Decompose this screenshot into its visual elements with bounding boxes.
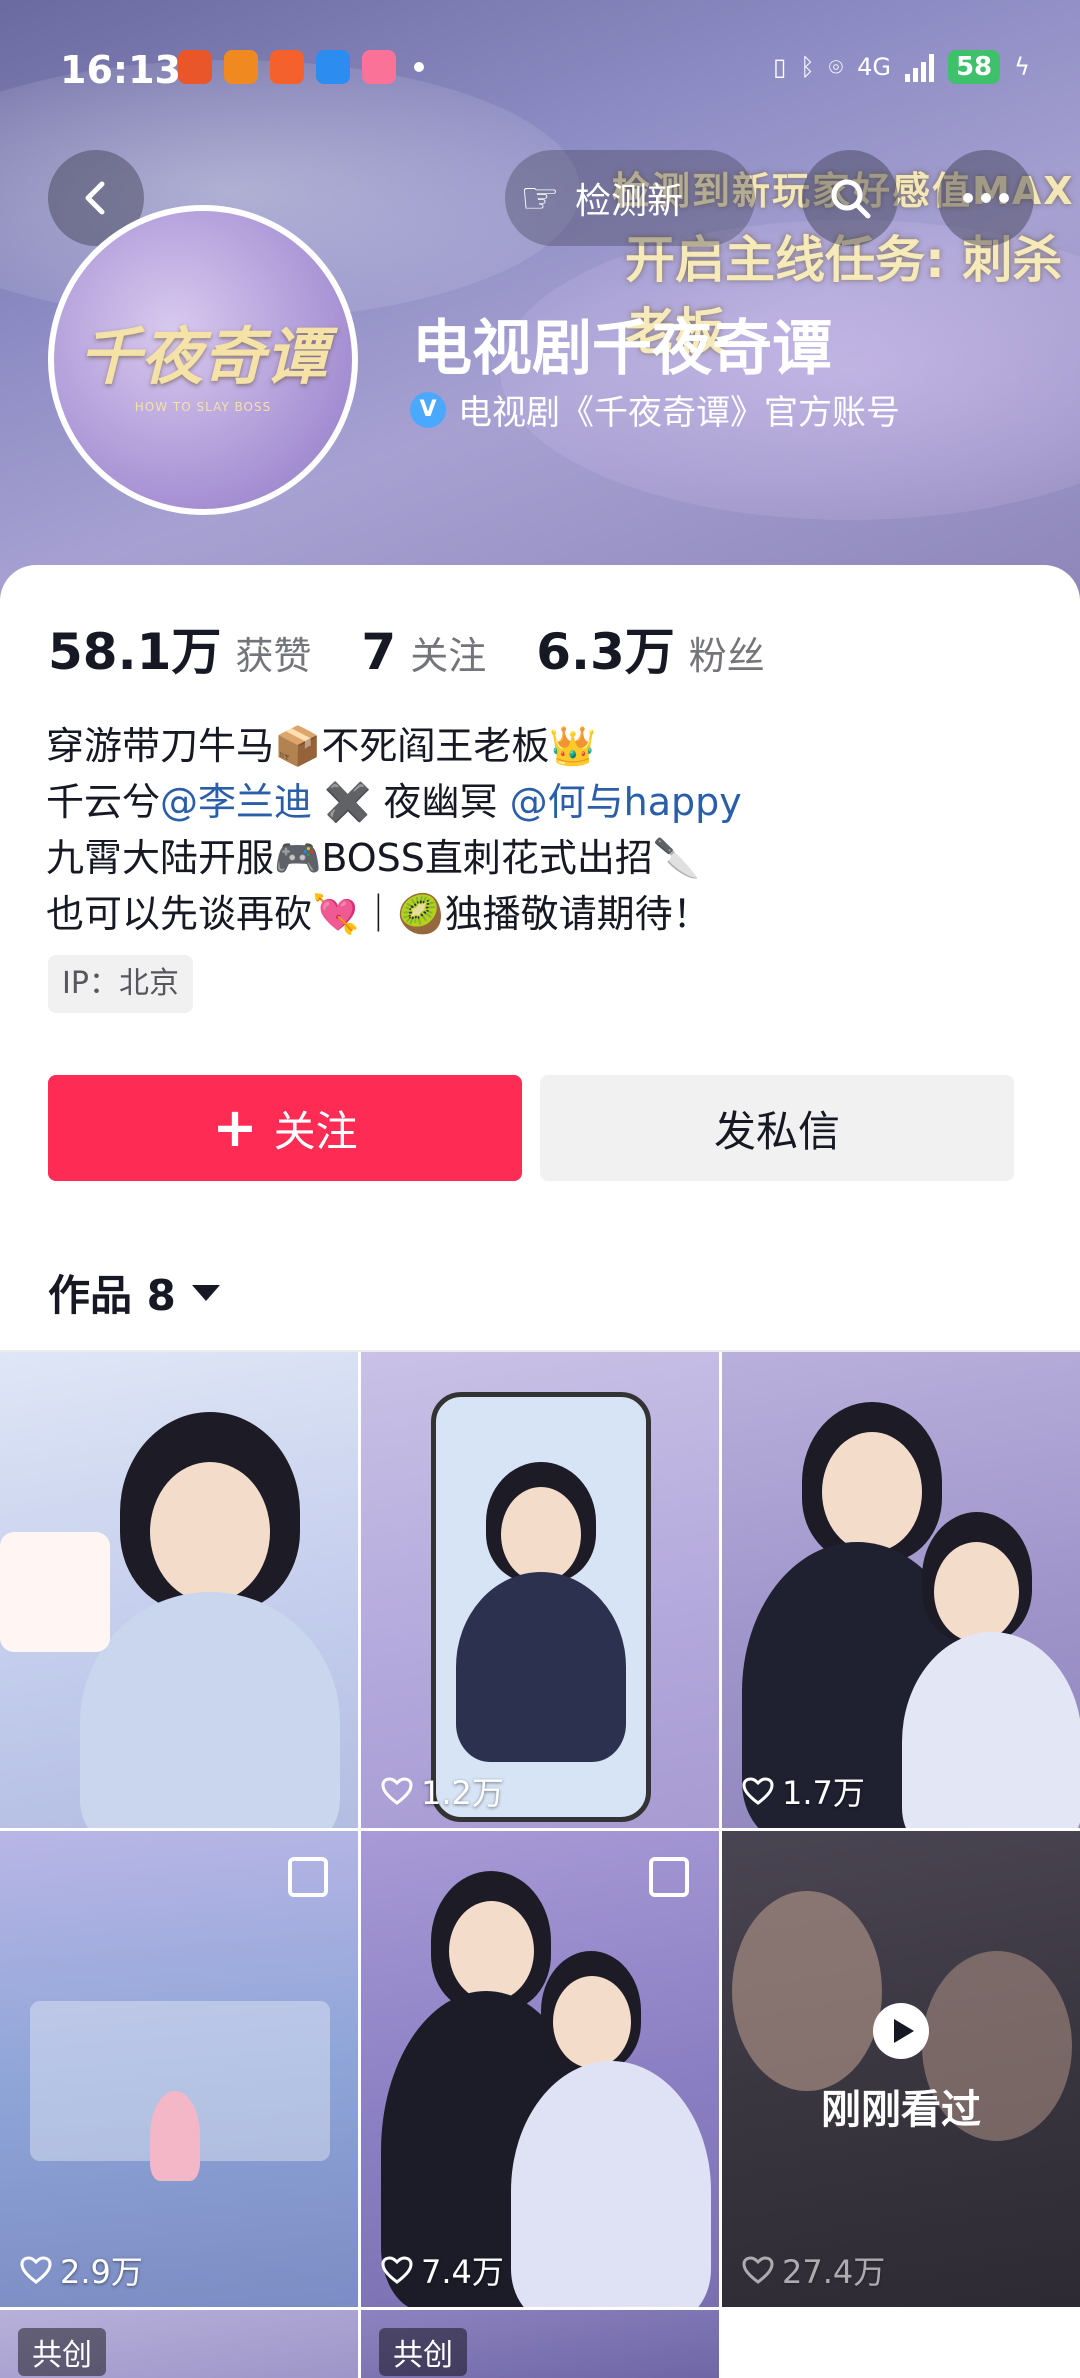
character-face: [822, 1432, 922, 1552]
signal-icon: [904, 52, 934, 82]
character-face: [501, 1487, 581, 1582]
multi-image-icon: [288, 1857, 328, 1897]
account-name: 电视剧千夜奇谭: [412, 314, 832, 384]
play-icon: [873, 2003, 929, 2059]
followers-label[interactable]: 粉丝: [689, 625, 765, 680]
like-count: 7.4万: [381, 2247, 504, 2293]
like-count: 1.2万: [381, 1768, 504, 1814]
status-right: ▯ ᛒ ⌾ 4G 58 ϟ: [773, 50, 1030, 84]
character-face: [449, 1901, 534, 2001]
video-thumbnail[interactable]: 1.7万: [722, 1352, 1080, 1828]
mention-link[interactable]: @李兰迪: [160, 780, 312, 824]
vibrate-icon: ▯: [773, 53, 787, 81]
video-thumbnail[interactable]: 刚刚看过 27.4万: [722, 1831, 1080, 2307]
bio-line: 千云兮@李兰迪 ✖️ 夜幽冥 @何与happy: [46, 774, 742, 830]
profile-bio: 穿游带刀牛马📦不死阎王老板👑 千云兮@李兰迪 ✖️ 夜幽冥 @何与happy 九…: [46, 718, 742, 942]
chevron-left-icon: [85, 181, 105, 215]
status-bar: 16:13 ▯ ᛒ ⌾ 4G 58 ϟ: [0, 40, 1080, 100]
caret-down-icon: [191, 1284, 220, 1301]
like-count-text: 2.9万: [60, 2253, 143, 2291]
app-notification-icon: [316, 50, 350, 84]
video-thumbnail[interactable]: 1.2万: [361, 1352, 719, 1828]
ip-location-tag: IP：北京: [48, 955, 193, 1013]
search-icon: [831, 179, 871, 219]
more-dots-icon: [963, 193, 1009, 203]
character-face: [553, 1976, 631, 2068]
like-count: 1.7万: [742, 1768, 865, 1814]
follow-label: 关注: [273, 1106, 358, 1156]
bio-text: ✖️ 夜幽冥: [312, 780, 498, 824]
charging-icon: ϟ: [1014, 53, 1030, 81]
search-button[interactable]: [802, 150, 898, 246]
bluetooth-icon: ᛒ: [800, 53, 815, 81]
like-count: 2.9万: [20, 2247, 143, 2293]
recently-watched-label: 刚刚看过: [821, 2087, 981, 2133]
follow-button[interactable]: + 关注: [48, 1075, 522, 1181]
video-thumbnail[interactable]: 共创: [0, 2310, 358, 2378]
multi-image-icon: [649, 1857, 689, 1897]
heart-icon: [381, 2256, 413, 2284]
character-robe: [511, 2061, 711, 2307]
avatar-logo-text: 千夜奇谭: [78, 320, 327, 393]
more-button[interactable]: [938, 150, 1034, 246]
followers-count[interactable]: 6.3万: [536, 612, 675, 684]
notification-icons: [178, 50, 424, 84]
character-figure: [150, 2091, 200, 2181]
verified-line: V 电视剧《千夜奇谭》官方账号: [410, 385, 900, 434]
app-notification-icon: [270, 50, 304, 84]
avatar-logo-subtext: HOW TO SLAY BOSS: [134, 400, 272, 414]
like-count-text: 27.4万: [782, 2253, 886, 2291]
collab-badge: 共创: [379, 2328, 467, 2376]
character-robe: [456, 1572, 626, 1762]
check-update-label: 检测新: [575, 181, 684, 222]
like-count-text: 1.2万: [421, 1774, 504, 1812]
battery-indicator: 58: [947, 50, 1001, 84]
character-robe: [80, 1592, 340, 1828]
app-notification-icon: [178, 50, 212, 84]
likes-label: 获赞: [235, 634, 312, 678]
like-count: 27.4万: [742, 2247, 885, 2293]
bio-line: 也可以先谈再砍💘｜🥝独播敬请期待！: [46, 892, 711, 936]
works-tab[interactable]: 作品 8: [48, 1262, 220, 1323]
video-thumbnail[interactable]: 共创: [361, 2310, 719, 2378]
avatar[interactable]: 千夜奇谭 HOW TO SLAY BOSS: [48, 205, 358, 515]
profile-stats: 58.1万 获赞 7 关注 6.3万 粉丝: [48, 612, 815, 684]
birthday-cake: [0, 1532, 110, 1652]
verified-badge-icon: V: [410, 391, 446, 428]
bio-line: 穿游带刀牛马📦不死阎王老板👑: [46, 724, 597, 768]
bilibili-icon: [362, 50, 396, 84]
video-thumbnail[interactable]: 7.4万: [361, 1831, 719, 2307]
heart-icon: [742, 1777, 774, 1805]
recently-watched-overlay: 刚刚看过: [722, 1831, 1080, 2307]
heart-icon: [381, 1777, 413, 1805]
following-count[interactable]: 7: [361, 623, 396, 681]
message-button[interactable]: 发私信: [540, 1075, 1014, 1181]
app-notification-icon: [224, 50, 258, 84]
bio-line: 九霄大陆开服🎮BOSS直刺花式出招🔪: [46, 836, 701, 880]
pointing-hand-icon: ☞: [520, 172, 560, 224]
check-update-pill[interactable]: ☞ 检测新: [505, 150, 755, 246]
collab-badge: 共创: [18, 2328, 106, 2376]
location-icon: ⌾: [828, 53, 844, 81]
bio-text: 千云兮: [46, 780, 161, 824]
network-type: 4G: [857, 53, 891, 81]
verified-text: 电视剧《千夜奇谭》官方账号: [458, 393, 900, 433]
video-thumbnail[interactable]: 2.9万: [0, 1831, 358, 2307]
mention-link[interactable]: @何与happy: [510, 780, 742, 824]
works-tab-label: 作品 8: [48, 1271, 176, 1320]
status-time: 16:13: [60, 48, 181, 92]
character-face: [934, 1542, 1019, 1642]
following-label[interactable]: 关注: [410, 625, 486, 680]
heart-icon: [20, 2256, 52, 2284]
like-count-text: 1.7万: [782, 1774, 865, 1812]
more-notifications-dot: [414, 62, 424, 72]
likes-count: 58.1万: [48, 623, 222, 681]
character-face: [150, 1462, 270, 1602]
video-thumbnail[interactable]: [0, 1352, 358, 1828]
like-count-text: 7.4万: [421, 2253, 504, 2291]
plus-icon: +: [212, 1096, 258, 1159]
heart-icon: [742, 2256, 774, 2284]
